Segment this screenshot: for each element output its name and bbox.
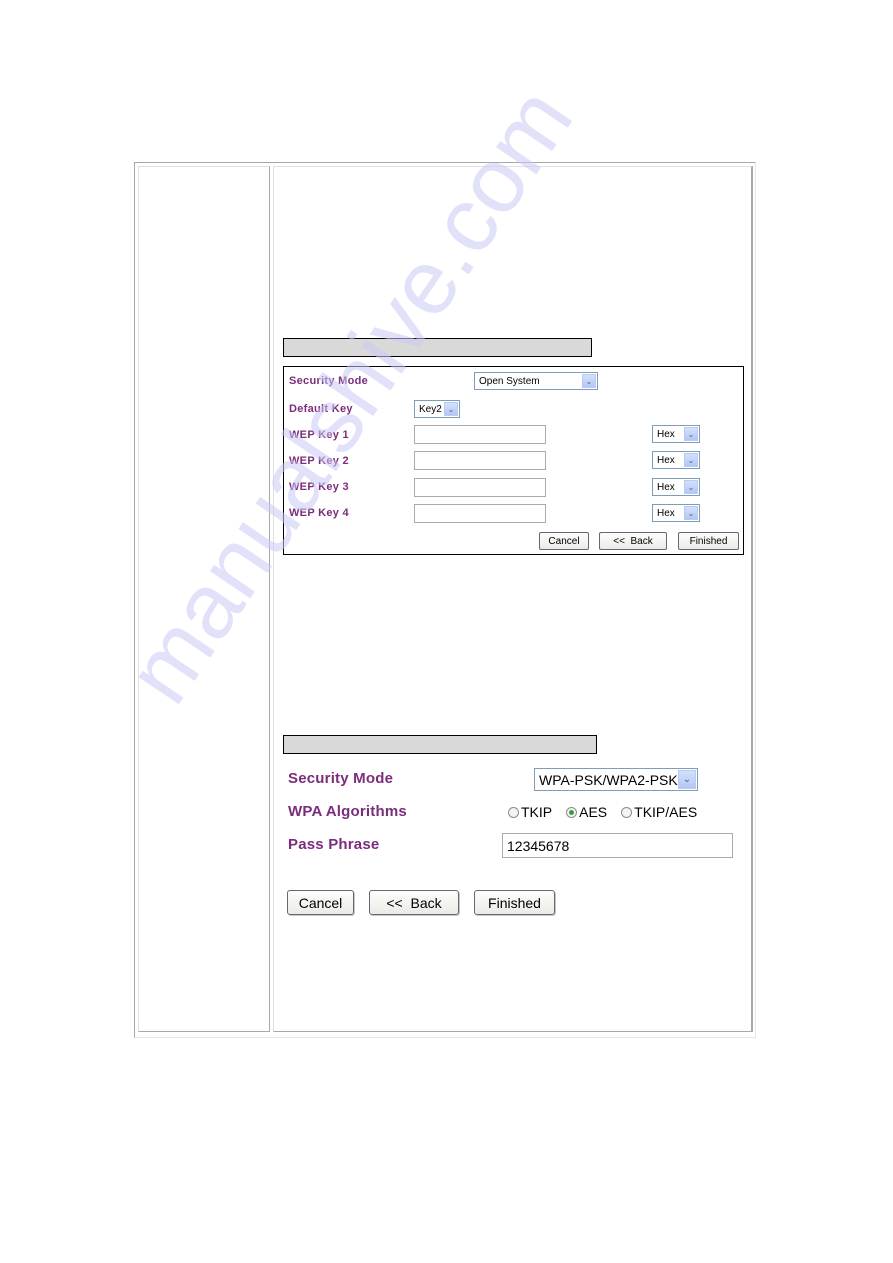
wep-key-2-format-select[interactable]: Hex ⌄ (652, 451, 700, 469)
wpa-security-mode-label: Security Mode (288, 770, 394, 787)
wep-key-3-label: WEP Key 3 (289, 481, 349, 493)
radio-tkip-aes[interactable]: TKIP/AES (621, 804, 697, 820)
wpa-finished-button[interactable]: Finished (474, 890, 555, 915)
default-key-select[interactable]: Key2 ⌄ (414, 400, 460, 418)
left-cell (138, 166, 270, 1032)
pass-phrase-input[interactable]: 12345678 (502, 833, 733, 858)
radio-tkip[interactable]: TKIP (508, 804, 552, 820)
radio-unselected-icon (621, 806, 633, 818)
wep-key-1-format-select[interactable]: Hex ⌄ (652, 425, 700, 443)
wep-key-4-label: WEP Key 4 (289, 507, 349, 519)
wep-key-3-format-value: Hex (657, 481, 675, 493)
wpa-security-mode-select[interactable]: WPA-PSK/WPA2-PSK ⌄ (534, 768, 698, 791)
wep-key-1-input[interactable] (414, 425, 546, 444)
chevron-down-icon: ⌄ (444, 402, 458, 416)
radio-aes-label: AES (579, 804, 608, 820)
wep-key-4-format-select[interactable]: Hex ⌄ (652, 504, 700, 522)
wep-key-1-label: WEP Key 1 (289, 429, 349, 441)
wep-key-3-format-select[interactable]: Hex ⌄ (652, 478, 700, 496)
wep-key-2-format-value: Hex (657, 454, 675, 466)
chevron-down-icon: ⌄ (684, 427, 698, 441)
wpa-back-button[interactable]: << Back (369, 890, 459, 915)
pass-phrase-label: Pass Phrase (288, 836, 380, 853)
wep-section-header-bar (283, 338, 592, 357)
wep-key-4-format-value: Hex (657, 507, 675, 519)
radio-tkip-label: TKIP (521, 804, 553, 820)
wpa-cancel-button[interactable]: Cancel (287, 890, 354, 915)
radio-selected-icon (566, 806, 578, 818)
wpa-algorithms-label: WPA Algorithms (288, 803, 407, 820)
wep-key-3-input[interactable] (414, 478, 546, 497)
default-key-label: Default Key (289, 403, 353, 415)
wep-security-mode-label: Security Mode (289, 375, 369, 387)
wep-key-2-label: WEP Key 2 (289, 455, 349, 467)
wep-cancel-button[interactable]: Cancel (539, 532, 589, 550)
chevron-down-icon: ⌄ (678, 770, 696, 789)
wep-back-button[interactable]: << Back (599, 532, 667, 550)
radio-aes[interactable]: AES (566, 804, 607, 820)
chevron-down-icon: ⌄ (582, 374, 596, 388)
chevron-down-icon: ⌄ (684, 453, 698, 467)
wpa-section-header-bar (283, 735, 597, 754)
wep-security-mode-value: Open System (479, 375, 540, 387)
chevron-down-icon: ⌄ (684, 480, 698, 494)
radio-tkip-aes-label: TKIP/AES (634, 804, 698, 820)
wpa-algorithms-radio-group: TKIP AES TKIP/AES (508, 804, 711, 820)
radio-unselected-icon (508, 806, 519, 818)
wpa-security-mode-value: WPA-PSK/WPA2-PSK (539, 771, 678, 788)
wep-finished-button[interactable]: Finished (678, 532, 739, 550)
wep-security-mode-select[interactable]: Open System ⌄ (474, 372, 598, 390)
default-key-value: Key2 (419, 403, 442, 415)
wep-key-1-format-value: Hex (657, 428, 675, 440)
wep-key-2-input[interactable] (414, 451, 546, 470)
chevron-down-icon: ⌄ (684, 506, 698, 520)
wep-key-4-input[interactable] (414, 504, 546, 523)
